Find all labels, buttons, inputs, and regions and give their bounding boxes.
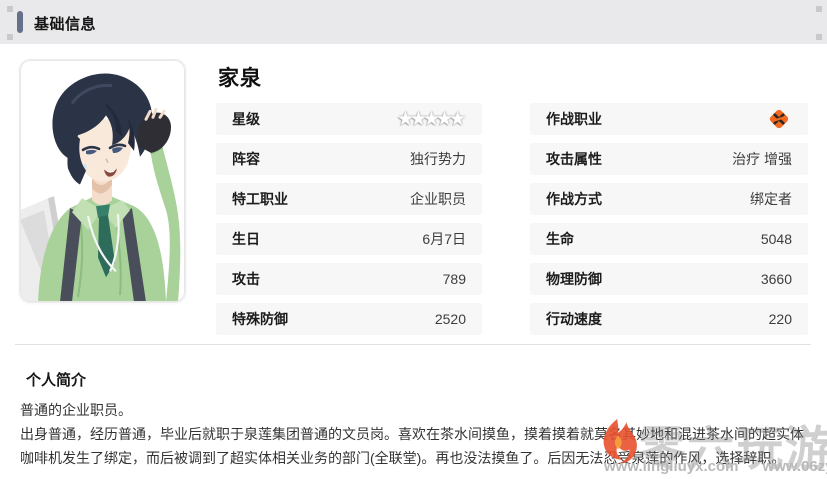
stat-row-star-rating: 星级 ★★★★★ bbox=[216, 103, 482, 135]
profile-heading: 个人简介 bbox=[26, 369, 86, 390]
stat-label: 生日 bbox=[232, 229, 260, 249]
stat-label: 作战职业 bbox=[546, 109, 602, 129]
stat-label: 攻击 bbox=[232, 269, 260, 289]
section-divider bbox=[15, 344, 811, 345]
accent-bar bbox=[17, 11, 23, 33]
stat-row-speed: 行动速度 220 bbox=[530, 303, 808, 335]
stat-value: 企业职员 bbox=[410, 189, 466, 209]
stat-row-special-defense: 特殊防御 2520 bbox=[216, 303, 482, 335]
watermark-urls: www.lingliuyx.com www.06zyx.com bbox=[604, 458, 827, 475]
stat-row-combat-class: 作战职业 bbox=[530, 103, 808, 135]
stat-label: 作战方式 bbox=[546, 189, 602, 209]
watermark-url: www.06zyx.com bbox=[762, 458, 827, 475]
stat-label: 特殊防御 bbox=[232, 309, 288, 329]
stat-row-attack-attribute: 攻击属性 治疗 增强 bbox=[530, 143, 808, 175]
stat-value: 治疗 增强 bbox=[732, 149, 792, 169]
character-info-page: 基础信息 bbox=[0, 0, 827, 479]
section-title: 基础信息 bbox=[34, 13, 96, 34]
stat-label: 行动速度 bbox=[546, 309, 602, 329]
watermark-url: www.lingliuyx.com bbox=[604, 458, 738, 475]
character-name: 家泉 bbox=[218, 62, 262, 92]
star-rating: ★★★★★ bbox=[397, 110, 466, 129]
stat-row-hp: 生命 5048 bbox=[530, 223, 808, 255]
stat-value: 220 bbox=[769, 311, 792, 327]
stat-label: 生命 bbox=[546, 229, 574, 249]
stat-row-physical-defense: 物理防御 3660 bbox=[530, 263, 808, 295]
stat-value: 2520 bbox=[435, 311, 466, 327]
stat-label: 阵容 bbox=[232, 149, 260, 169]
stat-row-agent-class: 特工职业 企业职员 bbox=[216, 183, 482, 215]
stat-value: 789 bbox=[443, 271, 466, 287]
stat-row-combat-style: 作战方式 绑定者 bbox=[530, 183, 808, 215]
stat-value: 5048 bbox=[761, 231, 792, 247]
portrait-illustration bbox=[20, 60, 185, 302]
selection-handle bbox=[7, 34, 13, 40]
stat-value: 绑定者 bbox=[750, 189, 792, 209]
section-header: 基础信息 bbox=[0, 0, 827, 44]
stat-label: 特工职业 bbox=[232, 189, 288, 209]
stat-value: 6月7日 bbox=[422, 229, 466, 249]
class-diamond-icon bbox=[766, 106, 792, 132]
selection-handle bbox=[816, 6, 822, 12]
character-portrait bbox=[20, 60, 185, 302]
stat-label: 星级 bbox=[232, 109, 260, 129]
selection-handle bbox=[7, 6, 13, 12]
stat-row-birthday: 生日 6月7日 bbox=[216, 223, 482, 255]
stat-label: 攻击属性 bbox=[546, 149, 602, 169]
stat-value: 独行势力 bbox=[410, 149, 466, 169]
stat-label: 物理防御 bbox=[546, 269, 602, 289]
stat-row-faction: 阵容 独行势力 bbox=[216, 143, 482, 175]
selection-handle bbox=[816, 34, 822, 40]
stat-value: 3660 bbox=[761, 271, 792, 287]
stat-row-attack: 攻击 789 bbox=[216, 263, 482, 295]
